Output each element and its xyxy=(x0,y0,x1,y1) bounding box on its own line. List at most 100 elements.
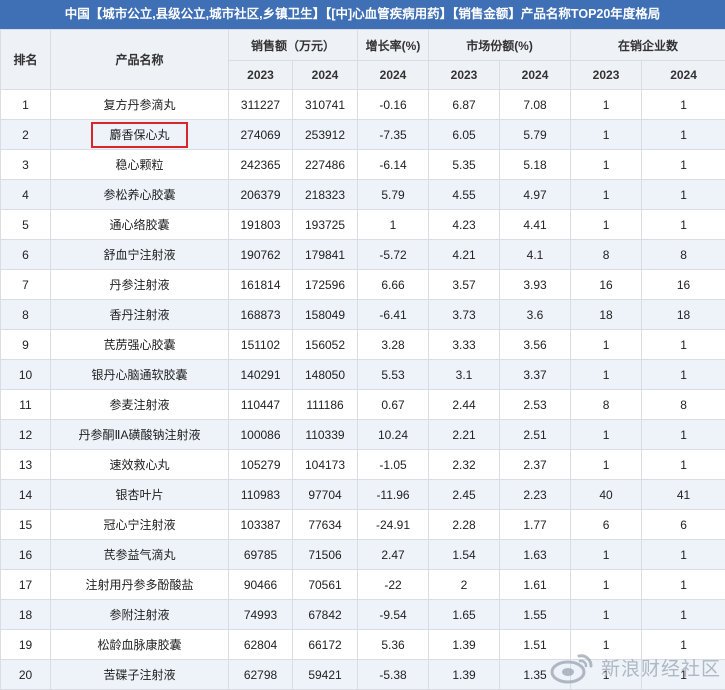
share-2023-cell: 5.35 xyxy=(428,149,501,180)
share-2024-cell: 1.77 xyxy=(499,509,572,540)
table-row: 7 丹参注射液 161814 172596 6.66 3.57 3.93 16 16 xyxy=(0,269,725,300)
sales-2023-cell: 190762 xyxy=(228,239,293,270)
sales-2024-cell: 66172 xyxy=(291,629,359,660)
rank-cell: 11 xyxy=(0,389,51,420)
share-2024-cell: 1.61 xyxy=(499,569,572,600)
companies-2023-cell: 1 xyxy=(570,629,643,660)
table-row: 11 参麦注射液 110447 111186 0.67 2.44 2.53 8 8 xyxy=(0,389,725,420)
companies-2023-cell: 1 xyxy=(570,179,643,210)
table-row: 12 丹参酮ⅡA磺酸钠注射液 100086 110339 10.24 2.21 2.51 1 1 xyxy=(0,419,725,450)
share-2023-cell: 3.73 xyxy=(428,299,501,330)
sales-2023-cell: 105279 xyxy=(228,449,293,480)
share-2023-cell: 2.32 xyxy=(428,449,501,480)
share-2024-cell: 3.37 xyxy=(499,359,572,390)
growth-cell: -5.38 xyxy=(357,659,430,690)
share-2024-cell: 4.41 xyxy=(499,209,572,240)
companies-2024-cell: 18 xyxy=(641,299,725,330)
product-name-cell: 香丹注射液 xyxy=(50,299,229,330)
product-name-cell: 速效救心丸 xyxy=(50,449,229,480)
companies-2023-cell: 1 xyxy=(570,419,643,450)
sales-2024-cell: 193725 xyxy=(291,209,359,240)
share-2023-cell: 2 xyxy=(428,569,501,600)
rank-cell: 9 xyxy=(0,329,51,360)
sales-2023-cell: 191803 xyxy=(228,209,293,240)
growth-cell: -7.35 xyxy=(357,119,430,150)
table-row: 19 松龄血脉康胶囊 62804 66172 5.36 1.39 1.51 1 1 xyxy=(0,629,725,660)
share-2024-cell: 3.6 xyxy=(499,299,572,330)
companies-2024-cell: 16 xyxy=(641,269,725,300)
table-body: 1 复方丹参滴丸 311227 310741 -0.16 6.87 7.08 1 1 2 麝香保心丸… xyxy=(0,89,725,690)
sales-2024-cell: 97704 xyxy=(291,479,359,510)
growth-cell: 3.28 xyxy=(357,329,430,360)
growth-cell: 5.36 xyxy=(357,629,430,660)
growth-cell: 2.47 xyxy=(357,539,430,570)
companies-2024-cell: 8 xyxy=(641,389,725,420)
companies-2023-cell: 8 xyxy=(570,389,643,420)
product-name-cell: 参附注射液 xyxy=(50,599,229,630)
sales-2024-cell: 104173 xyxy=(291,449,359,480)
sales-2023-cell: 74993 xyxy=(228,599,293,630)
share-2023-cell: 2.28 xyxy=(428,509,501,540)
sales-2023-cell: 62804 xyxy=(228,629,293,660)
growth-cell: -0.16 xyxy=(357,89,430,120)
growth-cell: 1 xyxy=(357,209,430,240)
sales-2024-cell: 310741 xyxy=(291,89,359,120)
sales-2023-cell: 110447 xyxy=(228,389,293,420)
rank-cell: 15 xyxy=(0,509,51,540)
growth-cell: 6.66 xyxy=(357,269,430,300)
table-row: 18 参附注射液 74993 67842 -9.54 1.65 1.55 1 1 xyxy=(0,599,725,630)
rank-cell: 7 xyxy=(0,269,51,300)
share-2023-cell: 3.33 xyxy=(428,329,501,360)
companies-2023-cell: 6 xyxy=(570,509,643,540)
companies-2024-cell: 1 xyxy=(641,149,725,180)
share-2024-cell: 2.37 xyxy=(499,449,572,480)
product-name-cell: 丹参注射液 xyxy=(50,269,229,300)
sales-2023-cell: 274069 xyxy=(228,119,293,150)
share-2023-cell: 4.23 xyxy=(428,209,501,240)
sales-2024-cell: 59421 xyxy=(291,659,359,690)
sales-2024-cell: 156052 xyxy=(291,329,359,360)
rank-cell: 10 xyxy=(0,359,51,390)
product-name-cell: 丹参酮ⅡA磺酸钠注射液 xyxy=(50,419,229,450)
sales-2023-cell: 100086 xyxy=(228,419,293,450)
rank-cell: 13 xyxy=(0,449,51,480)
share-2024-header: 2024 xyxy=(499,60,572,90)
rank-cell: 6 xyxy=(0,239,51,270)
sales-2023-cell: 90466 xyxy=(228,569,293,600)
share-2024-cell: 5.79 xyxy=(499,119,572,150)
companies-2023-cell: 16 xyxy=(570,269,643,300)
product-name-cell: 舒血宁注射液 xyxy=(50,239,229,270)
highlight-box: 麝香保心丸 xyxy=(91,121,188,148)
companies-2023-cell: 1 xyxy=(570,329,643,360)
sales-2023-header: 2023 xyxy=(228,60,293,90)
growth-cell: 5.79 xyxy=(357,179,430,210)
share-2023-cell: 2.44 xyxy=(428,389,501,420)
share-2024-cell: 7.08 xyxy=(499,89,572,120)
product-name-cell: 芪苈强心胶囊 xyxy=(50,329,229,360)
share-2024-cell: 5.18 xyxy=(499,149,572,180)
product-name-cell: 银杏叶片 xyxy=(50,479,229,510)
sales-2023-cell: 103387 xyxy=(228,509,293,540)
growth-cell: -9.54 xyxy=(357,599,430,630)
sales-2023-cell: 151102 xyxy=(228,329,293,360)
companies-2024-cell: 1 xyxy=(641,179,725,210)
rank-cell: 3 xyxy=(0,149,51,180)
companies-2024-header: 2024 xyxy=(641,60,725,90)
rank-cell: 14 xyxy=(0,479,51,510)
sales-2024-cell: 179841 xyxy=(291,239,359,270)
table-row: 20 苦碟子注射液 62798 59421 -5.38 1.39 1.35 1 1 xyxy=(0,659,725,690)
share-2024-cell: 3.93 xyxy=(499,269,572,300)
sales-2024-cell: 172596 xyxy=(291,269,359,300)
share-2023-cell: 4.55 xyxy=(428,179,501,210)
growth-cell: 10.24 xyxy=(357,419,430,450)
sales-2023-cell: 62798 xyxy=(228,659,293,690)
growth-cell: -22 xyxy=(357,569,430,600)
growth-cell: -1.05 xyxy=(357,449,430,480)
companies-2024-cell: 1 xyxy=(641,209,725,240)
sales-2023-cell: 69785 xyxy=(228,539,293,570)
share-2023-cell: 3.1 xyxy=(428,359,501,390)
share-2023-cell: 3.57 xyxy=(428,269,501,300)
companies-2023-cell: 1 xyxy=(570,599,643,630)
companies-2024-cell: 1 xyxy=(641,659,725,690)
product-name-cell: 注射用丹参多酚酸盐 xyxy=(50,569,229,600)
